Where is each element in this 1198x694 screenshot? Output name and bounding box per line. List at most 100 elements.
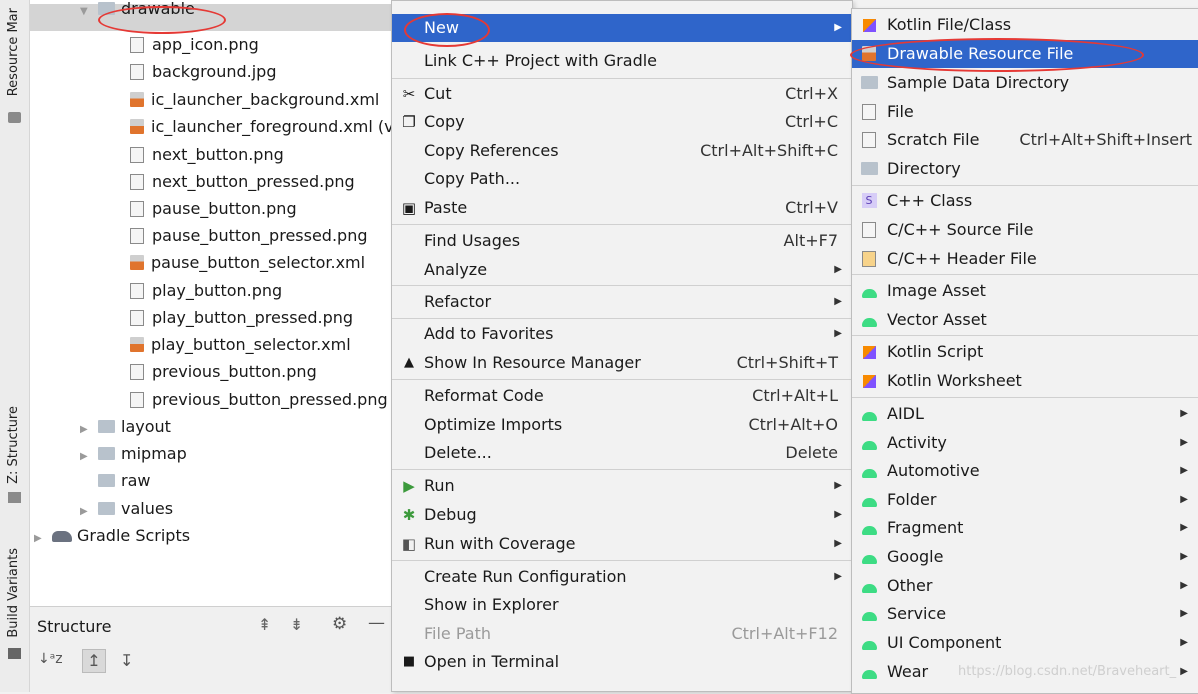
tree-item[interactable]: background.jpg (130, 58, 276, 85)
menu-item-optimize-imports[interactable]: Optimize Imports Ctrl+Alt+O (392, 411, 852, 439)
menu-item-open-in-terminal[interactable]: ■ Open in Terminal (392, 648, 852, 676)
submenu-google[interactable]: Google ▶ (852, 543, 1198, 571)
copy-icon: ❐ (402, 113, 416, 131)
menu-item-copy-path[interactable]: Copy Path... (392, 165, 852, 193)
submenu-cpp-class[interactable]: S C++ Class (852, 187, 1198, 215)
menu-item-analyze[interactable]: Analyze ▶ (392, 256, 852, 284)
tree-item[interactable]: pause_button_pressed.png (130, 222, 368, 249)
folder-icon (98, 502, 115, 515)
tree-item[interactable]: play_button_selector.xml (130, 331, 351, 358)
menu-item-cut[interactable]: ✂ Cut Ctrl+X (392, 80, 852, 108)
tree-item[interactable]: pause_button_selector.xml (130, 249, 365, 276)
submenu-ui-component[interactable]: UI Component ▶ (852, 629, 1198, 657)
android-icon (860, 457, 878, 485)
menu-item-paste[interactable]: ▣ Paste Ctrl+V (392, 194, 852, 222)
folder-icon (98, 447, 115, 460)
menu-item-find-usages[interactable]: Find Usages Alt+F7 (392, 227, 852, 255)
submenu-kotlin-worksheet[interactable]: Kotlin Worksheet (852, 367, 1198, 395)
menu-item-copy[interactable]: ❐ Copy Ctrl+C (392, 108, 852, 136)
structure-panel: Structure ⇞ ⇟ ⚙ — ↓ᵃz ↥ ↧ (30, 606, 392, 693)
tree-item-layout[interactable]: ▶ layout (80, 413, 171, 440)
submenu-other[interactable]: Other ▶ (852, 572, 1198, 600)
android-icon (860, 629, 878, 657)
tree-item[interactable]: app_icon.png (130, 31, 259, 58)
submenu-fragment[interactable]: Fragment ▶ (852, 514, 1198, 542)
show-fields-icon[interactable]: ↧ (120, 651, 133, 670)
menu-item-run-with-coverage[interactable]: ◧ Run with Coverage ▶ (392, 530, 852, 558)
submenu-directory[interactable]: Directory (852, 155, 1198, 183)
menu-item-delete[interactable]: Delete... Delete (392, 439, 852, 467)
submenu-kotlin-file-class[interactable]: Kotlin File/Class (852, 11, 1198, 39)
tree-item[interactable]: previous_button_pressed.png (130, 386, 388, 413)
submenu-scratch-file[interactable]: Scratch File Ctrl+Alt+Shift+Insert (852, 126, 1198, 154)
xml-file-icon (130, 255, 144, 270)
android-icon (860, 543, 878, 571)
submenu-folder[interactable]: Folder ▶ (852, 486, 1198, 514)
resource-manager-icon: ▲ (404, 355, 414, 370)
android-icon (860, 514, 878, 542)
paste-icon: ▣ (401, 199, 417, 217)
resource-manager-icon (8, 112, 21, 123)
submenu-image-asset[interactable]: Image Asset (852, 277, 1198, 305)
collapse-all-icon[interactable]: ⇟ (290, 615, 303, 634)
folder-icon (860, 69, 878, 97)
submenu-automotive[interactable]: Automotive ▶ (852, 457, 1198, 485)
menu-item-create-run-configuration[interactable]: Create Run Configuration ▶ (392, 563, 852, 591)
tree-item-gradle-scripts[interactable]: ▶ Gradle Scripts (34, 522, 190, 549)
minimize-icon[interactable]: — (368, 613, 385, 633)
tree-item[interactable]: next_button.png (130, 141, 284, 168)
structure-title: Structure (37, 617, 112, 636)
tree-item[interactable]: previous_button.png (130, 358, 317, 385)
submenu-kotlin-script[interactable]: Kotlin Script (852, 338, 1198, 366)
expand-all-icon[interactable]: ⇞ (258, 615, 271, 634)
tree-item[interactable]: ic_launcher_background.xml (130, 86, 379, 113)
submenu-sample-data-directory[interactable]: Sample Data Directory (852, 69, 1198, 97)
submenu-file[interactable]: File (852, 98, 1198, 126)
kotlin-icon (860, 11, 878, 39)
image-file-icon (130, 391, 144, 408)
folder-icon (98, 2, 115, 15)
resource-manager-tab[interactable]: Resource Mar (6, 8, 21, 96)
android-icon (860, 658, 878, 686)
tree-item[interactable]: ic_launcher_foreground.xml (v (130, 113, 392, 140)
build-variants-tab[interactable]: Build Variants (6, 548, 21, 638)
tree-item[interactable]: play_button_pressed.png (130, 304, 353, 331)
menu-item-copy-references[interactable]: Copy References Ctrl+Alt+Shift+C (392, 137, 852, 165)
menu-item-refactor[interactable]: Refactor ▶ (392, 288, 852, 316)
submenu-drawable-resource-file[interactable]: Drawable Resource File (852, 40, 1198, 68)
menu-item-new[interactable]: New ▶ (392, 14, 852, 42)
submenu-cpp-header-file[interactable]: C/C++ Header File (852, 245, 1198, 273)
submenu-cpp-source-file[interactable]: C/C++ Source File (852, 216, 1198, 244)
tree-item[interactable]: play_button.png (130, 277, 282, 304)
show-inherited-icon[interactable]: ↥ (82, 649, 106, 673)
image-file-icon (130, 63, 144, 80)
terminal-icon: ■ (402, 654, 416, 669)
image-file-icon (130, 309, 144, 326)
structure-tab[interactable]: Z: Structure (6, 406, 21, 484)
menu-item-debug[interactable]: ✱ Debug ▶ (392, 501, 852, 529)
tree-item-mipmap[interactable]: ▶ mipmap (80, 440, 187, 467)
cpp-header-icon (860, 245, 878, 273)
sort-alpha-icon[interactable]: ↓ᵃz (38, 651, 63, 667)
menu-item-run[interactable]: ▶ Run ▶ (392, 472, 852, 500)
submenu-service[interactable]: Service ▶ (852, 600, 1198, 628)
new-submenu: Kotlin File/Class Drawable Resource File… (851, 8, 1198, 694)
menu-item-add-to-favorites[interactable]: Add to Favorites ▶ (392, 320, 852, 348)
tree-item-values[interactable]: ▶ values (80, 495, 173, 522)
submenu-vector-asset[interactable]: Vector Asset (852, 306, 1198, 334)
image-file-icon (130, 363, 144, 380)
xml-file-icon (130, 92, 144, 107)
submenu-aidl[interactable]: AIDL ▶ (852, 400, 1198, 428)
menu-item-link-cpp[interactable]: Link C++ Project with Gradle (392, 47, 852, 75)
submenu-activity[interactable]: Activity ▶ (852, 429, 1198, 457)
menu-item-reformat-code[interactable]: Reformat Code Ctrl+Alt+L (392, 382, 852, 410)
left-tool-strip: Resource Mar Z: Structure Build Variants (0, 0, 30, 692)
xml-file-icon (860, 40, 878, 68)
menu-item-show-in-explorer[interactable]: Show in Explorer (392, 591, 852, 619)
gear-icon[interactable]: ⚙ (332, 614, 347, 634)
menu-item-show-in-resource-manager[interactable]: ▲ Show In Resource Manager Ctrl+Shift+T (392, 349, 852, 377)
tree-item[interactable]: next_button_pressed.png (130, 168, 355, 195)
tree-item[interactable]: pause_button.png (130, 195, 297, 222)
tree-item-drawable[interactable]: ▼ drawable (30, 0, 392, 31)
tree-item-raw[interactable]: raw (80, 467, 150, 494)
